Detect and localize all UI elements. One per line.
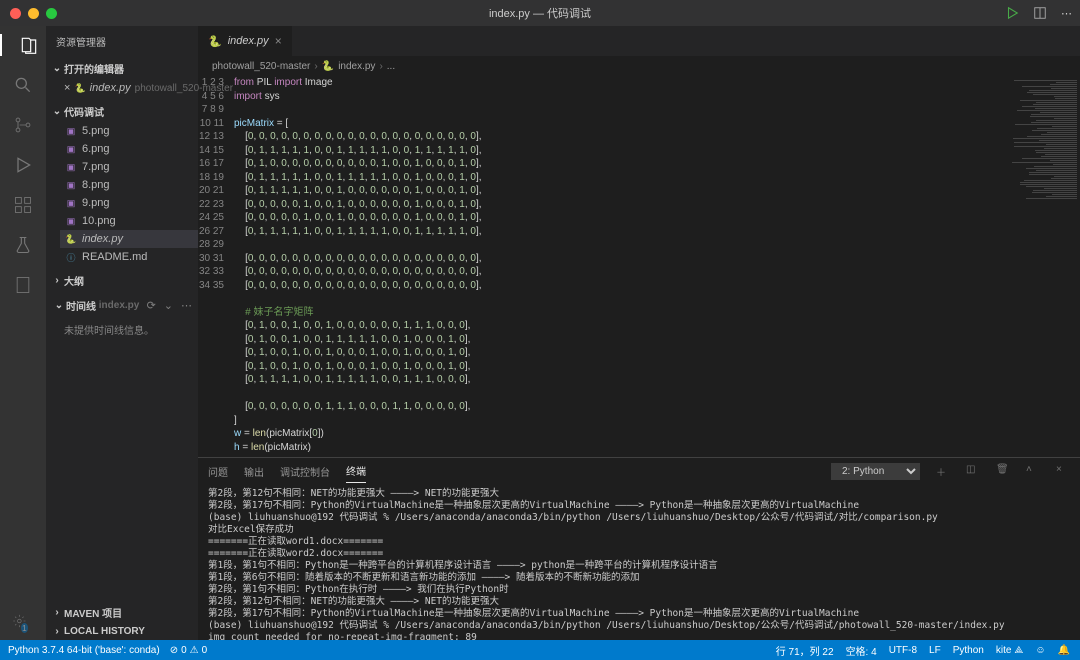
open-editor-item[interactable]: × 🐍 index.py photowall_520-master [60,79,198,97]
code-editor[interactable]: 1 2 3 4 5 6 7 8 9 10 11 12 13 14 15 16 1… [198,76,1002,457]
window-title: index.py — 代码调试 [489,5,591,21]
section-outline[interactable]: ›大纲 [46,270,198,291]
close-icon[interactable]: × [275,34,282,48]
status-spaces[interactable]: 空格: 4 [846,643,877,658]
file-item[interactable]: ▣6.png [60,140,198,158]
feedback-icon[interactable]: ☺ [1035,645,1045,656]
error-icon: ⊘ [170,645,178,656]
status-problems[interactable]: ⊘0 ⚠0 [170,645,207,656]
status-encoding[interactable]: UTF-8 [889,645,917,656]
sidebar-title: 资源管理器 [46,26,198,56]
file-icon: ▣ [64,178,78,192]
python-icon: 🐍 [208,35,222,48]
window-max-icon[interactable] [46,8,57,19]
trash-icon[interactable]: 🗑 [996,464,1010,478]
chevron-up-icon[interactable]: ˄ [1026,464,1040,478]
tab-index[interactable]: 🐍 index.py × [198,26,293,56]
file-item[interactable]: ▣8.png [60,176,198,194]
breadcrumb[interactable]: photowall_520-master› 🐍index.py› ... [198,56,1080,76]
pin-icon[interactable]: ⟳ [147,299,156,312]
file-item[interactable]: 🐍index.py [60,230,198,248]
status-lang[interactable]: Python [953,645,984,656]
split-icon[interactable] [1033,6,1047,20]
status-eol[interactable]: LF [929,645,941,656]
explorer-icon[interactable] [0,34,46,56]
debug-icon[interactable] [12,154,34,176]
editor-tabs: 🐍 index.py × [198,26,1080,56]
warning-icon: ⚠ [190,645,199,656]
panel-tab[interactable]: 调试控制台 [280,460,330,483]
extensions-icon[interactable] [12,194,34,216]
close-icon[interactable]: × [1056,464,1070,478]
bell-icon[interactable]: 🔔 [1058,645,1070,656]
section-open-editors[interactable]: ⌄打开的编辑器 [46,58,198,79]
window-min-icon[interactable] [28,8,39,19]
section-timeline[interactable]: ⌄时间线 index.py [52,298,139,313]
minimap[interactable] [1002,76,1080,457]
plus-icon[interactable]: ＋ [936,464,950,478]
status-bar: Python 3.7.4 64-bit ('base': conda) ⊘0 ⚠… [0,640,1080,660]
run-icon[interactable] [1005,6,1019,20]
split-icon[interactable]: ◫ [966,464,980,478]
file-item[interactable]: ▣9.png [60,194,198,212]
panel-tab[interactable]: 问题 [208,460,228,483]
section-folder[interactable]: ⌄代码调试 [46,101,198,122]
panel-tab[interactable]: 输出 [244,460,264,483]
bottom-panel: 问题输出调试控制台终端 2: Python ＋ ◫ 🗑 ˄ × 第2段，第12句… [198,457,1080,640]
titlebar: index.py — 代码调试 ⋯ [0,0,1080,26]
file-icon: ▣ [64,196,78,210]
status-cursor[interactable]: 行 71，列 22 [776,643,834,658]
file-icon: ▣ [64,124,78,138]
status-python[interactable]: Python 3.7.4 64-bit ('base': conda) [8,645,160,656]
file-item[interactable]: ▣10.png [60,212,198,230]
file-icon: ▣ [64,160,78,174]
activity-bar: 1 [0,26,46,640]
test-icon[interactable] [12,234,34,256]
file-item[interactable]: ▣5.png [60,122,198,140]
panel-tab[interactable]: 终端 [346,459,366,483]
more-icon[interactable]: ⋯ [181,299,192,312]
file-icon: ⓘ [64,250,78,264]
bookmark-icon[interactable] [12,274,34,296]
sidebar: 资源管理器 ⌄打开的编辑器 × 🐍 index.py photowall_520… [46,26,198,640]
terminal[interactable]: 第2段，第12句不相同：NET的功能更强大 ————> NET的功能更强大 第2… [198,484,1080,640]
file-icon: 🐍 [64,232,78,246]
window-close-icon[interactable] [10,8,21,19]
timeline-empty: 未提供时间线信息。 [46,316,198,343]
settings-icon[interactable]: 1 [12,610,34,632]
filter-icon[interactable]: ⌄ [164,299,173,312]
file-item[interactable]: ⓘREADME.md [60,248,198,266]
search-icon[interactable] [12,74,34,96]
more-icon[interactable]: ⋯ [1061,7,1072,20]
terminal-selector[interactable]: 2: Python [831,463,920,480]
file-icon: ▣ [64,214,78,228]
python-icon: 🐍 [322,61,334,72]
file-icon: ▣ [64,142,78,156]
file-item[interactable]: ▣7.png [60,158,198,176]
scm-icon[interactable] [12,114,34,136]
status-kite[interactable]: kite ⟁ [996,645,1023,656]
section-maven[interactable]: ›MAVEN 项目 [46,602,198,623]
section-local-history[interactable]: ›LOCAL HISTORY [46,623,198,640]
python-icon: 🐍 [74,81,85,95]
